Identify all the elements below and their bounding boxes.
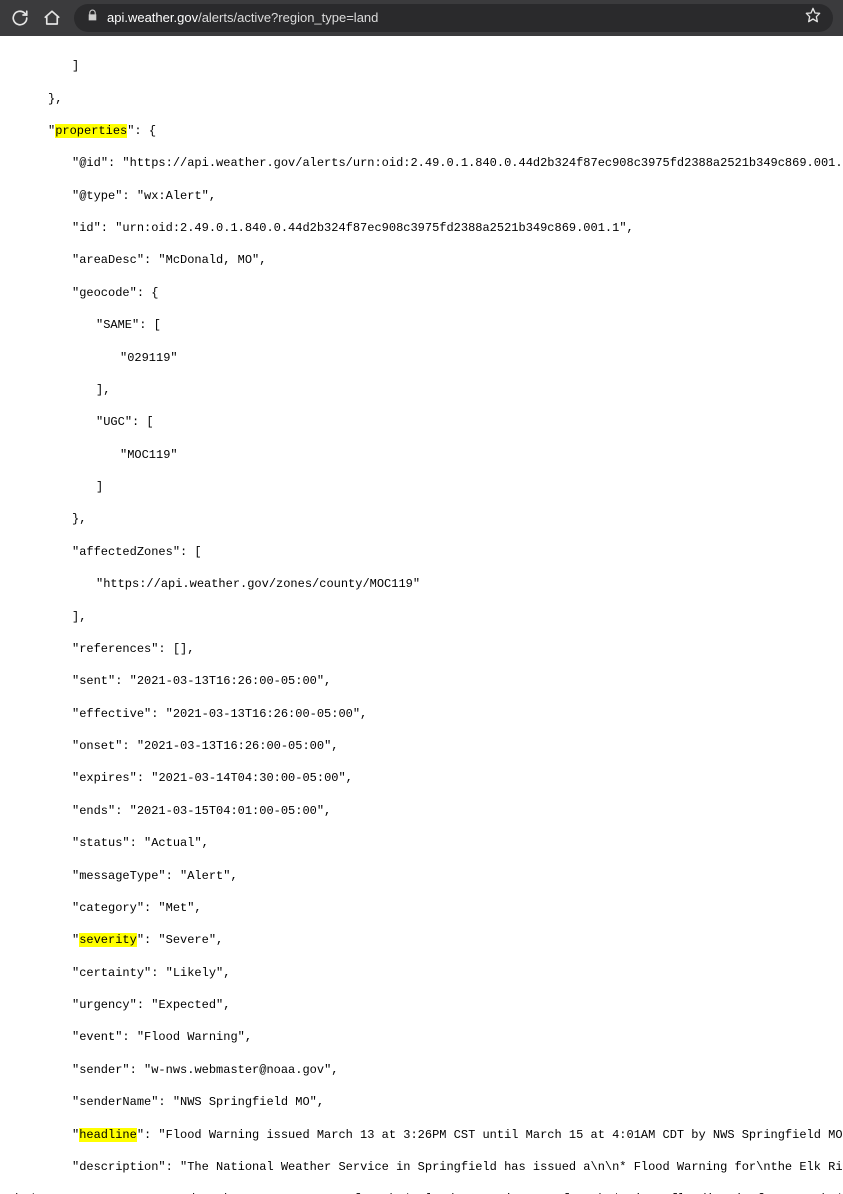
json-line: "certainty": "Likely", bbox=[0, 965, 843, 981]
json-line: "status": "Actual", bbox=[0, 835, 843, 851]
json-line: }, bbox=[0, 91, 843, 107]
json-line: "sender": "w-nws.webmaster@noaa.gov", bbox=[0, 1062, 843, 1078]
browser-toolbar: api.weather.gov/alerts/active?region_typ… bbox=[0, 0, 843, 36]
json-line: "category": "Met", bbox=[0, 900, 843, 916]
json-line: ] bbox=[0, 58, 843, 74]
json-line: "references": [], bbox=[0, 641, 843, 657]
bookmark-star-icon[interactable] bbox=[805, 7, 821, 28]
json-line: "urgency": "Expected", bbox=[0, 997, 843, 1013]
json-line: ] bbox=[0, 479, 843, 495]
json-line: "sent": "2021-03-13T16:26:00-05:00", bbox=[0, 673, 843, 689]
json-line: }, bbox=[0, 511, 843, 527]
json-line: "senderName": "NWS Springfield MO", bbox=[0, 1094, 843, 1110]
highlighted-key: properties bbox=[55, 124, 127, 138]
json-line: "messageType": "Alert", bbox=[0, 868, 843, 884]
json-response-body[interactable]: ] }, "properties": { "@id": "https://api… bbox=[0, 36, 843, 1194]
json-line: "properties": { bbox=[0, 123, 843, 139]
json-line: ], bbox=[0, 609, 843, 625]
json-line: "description": "The National Weather Ser… bbox=[0, 1159, 843, 1175]
json-line: "areaDesc": "McDonald, MO", bbox=[0, 252, 843, 268]
json-line: "029119" bbox=[0, 350, 843, 366]
highlighted-key: headline bbox=[79, 1128, 137, 1142]
json-line: ], bbox=[0, 382, 843, 398]
json-line: "@id": "https://api.weather.gov/alerts/u… bbox=[0, 155, 843, 171]
lock-icon bbox=[86, 9, 99, 27]
json-line: "SAME": [ bbox=[0, 317, 843, 333]
json-line: "event": "Flood Warning", bbox=[0, 1029, 843, 1045]
json-line: "severity": "Severe", bbox=[0, 932, 843, 948]
url-bar[interactable]: api.weather.gov/alerts/active?region_typ… bbox=[74, 4, 833, 32]
json-line: "onset": "2021-03-13T16:26:00-05:00", bbox=[0, 738, 843, 754]
json-line: "geocode": { bbox=[0, 285, 843, 301]
highlighted-key: severity bbox=[79, 933, 137, 947]
json-line: "effective": "2021-03-13T16:26:00-05:00"… bbox=[0, 706, 843, 722]
json-line: "https://api.weather.gov/zones/county/MO… bbox=[0, 576, 843, 592]
json-line: "expires": "2021-03-14T04:30:00-05:00", bbox=[0, 770, 843, 786]
json-line: "id": "urn:oid:2.49.0.1.840.0.44d2b324f8… bbox=[0, 220, 843, 236]
json-line: "UGC": [ bbox=[0, 414, 843, 430]
url-text: api.weather.gov/alerts/active?region_typ… bbox=[107, 9, 797, 27]
reload-icon[interactable] bbox=[10, 8, 30, 28]
json-line: "MOC119" bbox=[0, 447, 843, 463]
json-line: "affectedZones": [ bbox=[0, 544, 843, 560]
json-line: "ends": "2021-03-15T04:01:00-05:00", bbox=[0, 803, 843, 819]
json-line: "@type": "wx:Alert", bbox=[0, 188, 843, 204]
json-line: .\n* At 2:30 PM CST Saturday the stage w… bbox=[0, 1191, 843, 1194]
home-icon[interactable] bbox=[42, 8, 62, 28]
json-line: "headline": "Flood Warning issued March … bbox=[0, 1127, 843, 1143]
